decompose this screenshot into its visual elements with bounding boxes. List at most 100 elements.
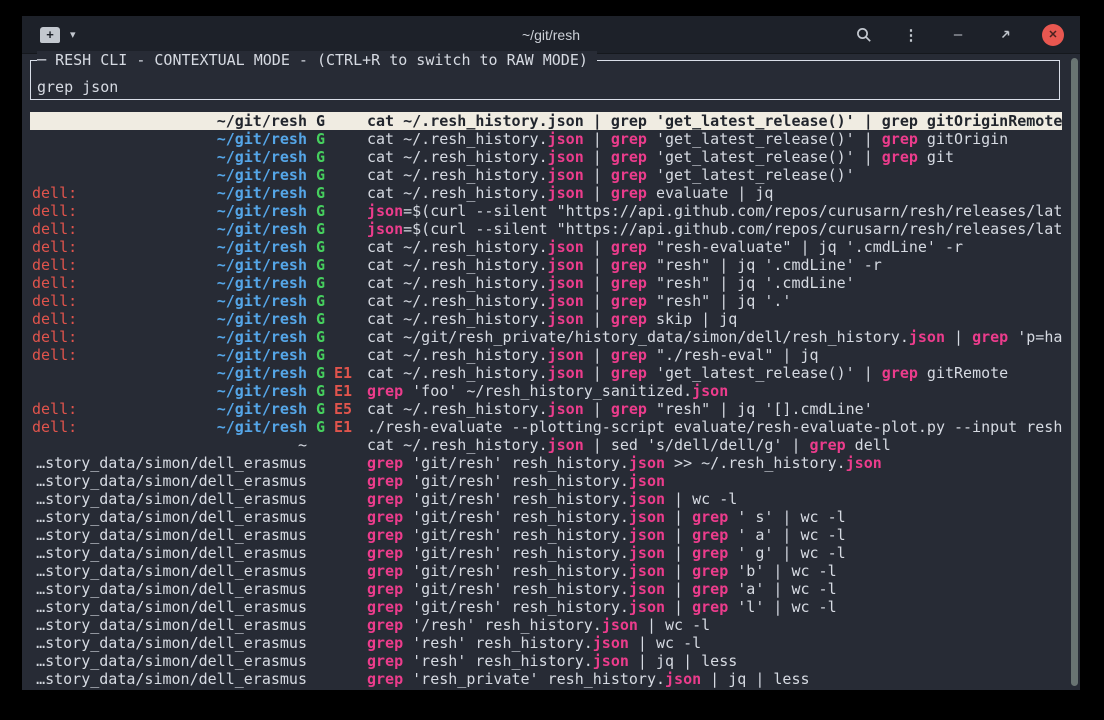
history-row[interactable]: …story_data/simon/dell_erasmusgrep 'git/… [30, 544, 1062, 562]
resh-mode-header: ─ RESH CLI - CONTEXTUAL MODE - (CTRL+R t… [37, 51, 597, 69]
history-row[interactable]: dell:~/git/reshGcat ~/.resh_history.json… [30, 184, 1062, 202]
history-row[interactable]: ~/git/reshGcat ~/.resh_history.json | gr… [30, 166, 1062, 184]
host-context: dell: [32, 292, 77, 310]
flags: G [307, 202, 367, 220]
directory: …story_data/simon/dell_erasmus [36, 634, 307, 652]
command-text: cat ~/.resh_history.json | grep 'get_lat… [367, 148, 1062, 166]
command-text: grep 'resh' resh_history.json | jq | les… [367, 652, 1062, 670]
history-row[interactable]: …story_data/simon/dell_erasmusgrep 'git/… [30, 472, 1062, 490]
flags: G [307, 292, 367, 310]
directory: …story_data/simon/dell_erasmus [36, 544, 307, 562]
history-row[interactable]: …story_data/simon/dell_erasmusgrep 'git/… [30, 526, 1062, 544]
resh-mode-title: RESH CLI - CONTEXTUAL MODE - (CTRL+R to … [55, 51, 588, 69]
search-icon[interactable] [854, 25, 874, 45]
history-row[interactable]: dell:~/git/reshGcat ~/.resh_history.json… [30, 274, 1062, 292]
directory: ~/git/resh [217, 328, 307, 346]
flags [307, 670, 367, 688]
history-row[interactable]: …story_data/simon/dell_erasmus grep 'resh… [30, 634, 1062, 652]
git-flag: G [316, 364, 325, 382]
history-row[interactable]: ~/git/reshGcat ~/.resh_history.json | gr… [30, 148, 1062, 166]
titlebar[interactable]: + ▾ ~/git/resh ⋮ – ✕ [22, 16, 1080, 54]
history-row[interactable]: dell:~/git/reshGE1./resh-evaluate --plot… [30, 418, 1062, 436]
restore-icon[interactable] [995, 25, 1015, 45]
flags [307, 580, 367, 598]
minimize-icon[interactable]: – [948, 25, 968, 45]
directory: …story_data/simon/dell_erasmus [36, 616, 307, 634]
flags [307, 454, 367, 472]
history-row[interactable]: ~ cat ~/.resh_history.json | sed 's/dell/… [30, 436, 1062, 454]
history-row[interactable]: …story_data/simon/dell_erasmusgrep 'resh… [30, 670, 1062, 688]
history-row[interactable]: dell:~/git/reshGcat ~/.resh_history.json… [30, 346, 1062, 364]
host-context: dell: [32, 346, 77, 364]
directory: ~/git/resh [217, 418, 307, 436]
directory: ~/git/resh [217, 220, 307, 238]
flags: GE1 [307, 418, 367, 436]
history-row[interactable]: dell:~/git/reshGcat ~/.resh_history.json… [30, 310, 1062, 328]
directory: ~ [298, 436, 307, 454]
directory: ~/git/resh [217, 310, 307, 328]
history-row[interactable]: …story_data/simon/dell_erasmusgrep 'git/… [30, 508, 1062, 526]
command-text: grep '/resh' resh_history.json | wc -l [367, 616, 1062, 634]
command-text: ./resh-evaluate --plotting-script evalua… [367, 418, 1062, 436]
directory: …story_data/simon/dell_erasmus [36, 526, 307, 544]
history-row[interactable]: …story_data/simon/dell_erasmus grep 'resh… [30, 652, 1062, 670]
history-row[interactable]: dell:~/git/reshGcat ~/git/resh_private/h… [30, 328, 1062, 346]
history-row[interactable]: dell:~/git/reshGjson=$(curl --silent "ht… [30, 220, 1062, 238]
directory: …story_data/simon/dell_erasmus [36, 652, 307, 670]
git-flag: G [316, 238, 325, 256]
history-row[interactable]: ~/git/reshGE1cat ~/.resh_history.json | … [30, 364, 1062, 382]
history-row[interactable]: dell:~/git/reshGjson=$(curl --silent "ht… [30, 202, 1062, 220]
search-query-input[interactable]: grep json [37, 78, 118, 96]
flags [307, 472, 367, 490]
new-terminal-icon[interactable]: + [40, 27, 60, 43]
directory: ~/git/resh [217, 166, 307, 184]
border-dash-icon: ─ [37, 51, 46, 69]
flags [307, 526, 367, 544]
flags: G [307, 112, 367, 130]
menu-kebab-icon[interactable]: ⋮ [901, 25, 921, 45]
host-context: dell: [32, 202, 77, 220]
exit-code-flag: E1 [334, 418, 352, 436]
command-text: cat ~/.resh_history.json | grep "resh" |… [367, 292, 1062, 310]
history-row[interactable]: dell:~/git/reshGE5cat ~/.resh_history.js… [30, 400, 1062, 418]
flags: GE1 [307, 364, 367, 382]
history-row[interactable]: ~/git/reshGE1grep 'foo' ~/resh_history_s… [30, 382, 1062, 400]
history-row[interactable]: dell:~/git/reshGcat ~/.resh_history.json… [30, 292, 1062, 310]
history-row[interactable]: …story_data/simon/dell_erasmusgrep 'git/… [30, 580, 1062, 598]
directory: ~/git/resh [217, 256, 307, 274]
directory: ~/git/resh [217, 382, 307, 400]
resh-search-box: ─ RESH CLI - CONTEXTUAL MODE - (CTRL+R t… [30, 60, 1060, 100]
close-icon[interactable]: ✕ [1042, 24, 1064, 46]
directory: …story_data/simon/dell_erasmus [36, 454, 307, 472]
history-row[interactable]: …story_data/simon/dell_erasmusgrep 'git/… [30, 490, 1062, 508]
flags: G [307, 346, 367, 364]
history-row[interactable]: dell:~/git/reshGcat ~/.resh_history.json… [30, 238, 1062, 256]
history-row[interactable]: ~/git/reshGcat ~/.resh_history.json | gr… [30, 112, 1062, 130]
command-text: grep 'git/resh' resh_history.json >> ~/.… [367, 454, 1062, 472]
command-text: grep 'resh' resh_history.json | wc -l [367, 634, 1062, 652]
command-text: grep 'git/resh' resh_history.json | grep… [367, 562, 1062, 580]
history-row[interactable]: dell:~/git/reshGcat ~/.resh_history.json… [30, 256, 1062, 274]
git-flag: G [316, 274, 325, 292]
git-flag: G [316, 202, 325, 220]
git-flag: G [316, 328, 325, 346]
history-row[interactable]: …story_data/simon/dell_erasmus grep '/res… [30, 616, 1062, 634]
directory: …story_data/simon/dell_erasmus [36, 490, 307, 508]
flags: G [307, 256, 367, 274]
flags: GE5 [307, 400, 367, 418]
git-flag: G [316, 112, 325, 130]
command-text: cat ~/.resh_history.json | grep skip | j… [367, 310, 1062, 328]
history-row[interactable]: …story_data/simon/dell_erasmusgrep 'git/… [30, 598, 1062, 616]
command-text: cat ~/.resh_history.json | grep "./resh-… [367, 346, 1062, 364]
history-row[interactable]: …story_data/simon/dell_erasmusgrep 'git/… [30, 562, 1062, 580]
directory: …story_data/simon/dell_erasmus [36, 598, 307, 616]
host-context: dell: [32, 220, 77, 238]
command-text: cat ~/.resh_history.json | sed 's/dell/d… [367, 436, 1062, 454]
terminal-screen: ─ RESH CLI - CONTEXTUAL MODE - (CTRL+R t… [22, 54, 1080, 690]
command-text: cat ~/.resh_history.json | grep "resh" |… [367, 256, 1062, 274]
scrollbar-thumb[interactable] [1071, 58, 1078, 686]
chevron-down-icon[interactable]: ▾ [70, 28, 76, 41]
history-row[interactable]: …story_data/simon/dell_erasmus grep 'git/… [30, 454, 1062, 472]
git-flag: G [316, 220, 325, 238]
history-row[interactable]: ~/git/reshGcat ~/.resh_history.json | gr… [30, 130, 1062, 148]
